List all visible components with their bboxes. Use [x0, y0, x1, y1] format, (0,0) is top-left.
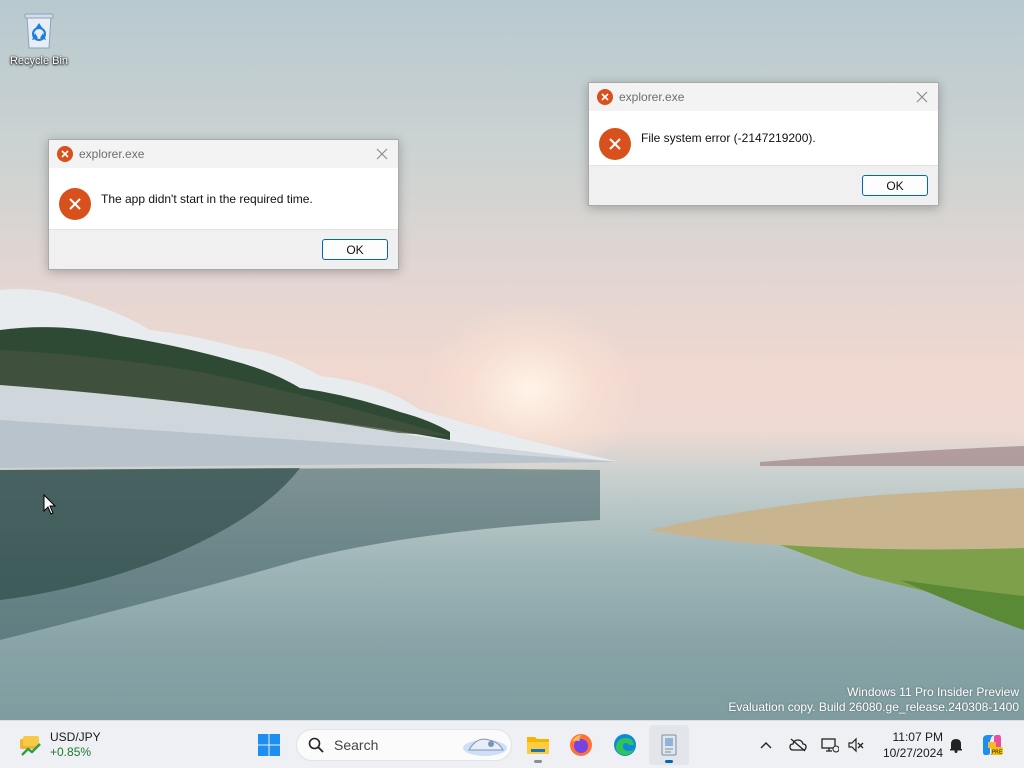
dialog-body: File system error (-2147219200).: [589, 111, 938, 166]
currency-trend-icon: [16, 731, 44, 759]
network-tray-button[interactable]: [820, 735, 840, 755]
taskbar-app-file-explorer[interactable]: [518, 725, 558, 765]
close-icon[interactable]: [374, 146, 390, 162]
clock-time: 11:07 PM: [892, 730, 943, 744]
search-placeholder: Search: [334, 737, 379, 753]
start-button[interactable]: [249, 725, 289, 765]
copilot-icon: PRE: [983, 735, 1003, 756]
error-icon: [59, 188, 91, 220]
search-highlight-art-icon: [463, 738, 507, 756]
desktop: Recycle Bin explorer.exe The app didn't …: [0, 0, 1024, 720]
notifications-button[interactable]: [946, 735, 966, 755]
firefox-icon: [570, 734, 592, 756]
show-hidden-icons-button[interactable]: [756, 735, 776, 755]
onedrive-tray-button[interactable]: [788, 735, 808, 755]
evaluation-watermark: Windows 11 Pro Insider Preview Evaluatio…: [728, 685, 1019, 715]
edge-icon: [614, 734, 636, 756]
bell-icon: [950, 739, 962, 753]
ok-button[interactable]: OK: [322, 239, 388, 260]
clock-date: 10/27/2024: [882, 746, 943, 760]
desktop-icon-recycle-bin[interactable]: Recycle Bin: [6, 10, 72, 67]
error-dialog-file-system[interactable]: explorer.exe File system error (-2147219…: [588, 82, 939, 206]
dialog-title: explorer.exe: [79, 147, 145, 161]
dialog-message: The app didn't start in the required tim…: [101, 192, 313, 206]
recycle-bin-icon: [19, 10, 59, 50]
taskbar-app-firefox[interactable]: [561, 725, 601, 765]
installer-icon: [661, 734, 677, 756]
dialog-title: explorer.exe: [619, 90, 685, 104]
watermark-line-2: Evaluation copy. Build 26080.ge_release.…: [728, 700, 1019, 714]
windows-start-icon: [258, 734, 280, 756]
watermark-line-1: Windows 11 Pro Insider Preview: [847, 685, 1019, 699]
dialog-titlebar[interactable]: explorer.exe: [589, 83, 938, 111]
taskbar-app-installer[interactable]: [649, 725, 689, 765]
running-indicator: [665, 760, 673, 763]
widget-currency-change: +0.85%: [50, 745, 92, 759]
onedrive-offline-icon: [789, 738, 807, 752]
taskbar-search-box[interactable]: Search: [296, 729, 512, 761]
close-icon[interactable]: [914, 89, 930, 105]
recycle-bin-label: Recycle Bin: [9, 55, 69, 67]
volume-tray-button[interactable]: [846, 735, 866, 755]
dialog-message: File system error (-2147219200).: [641, 130, 816, 145]
network-icon: [821, 738, 839, 753]
dialog-body: The app didn't start in the required tim…: [49, 168, 398, 230]
widgets-button[interactable]: USD/JPY +0.85%: [16, 727, 101, 763]
system-clock[interactable]: 11:07 PM 10/27/2024: [873, 729, 943, 761]
search-icon: [308, 737, 324, 753]
copilot-pre-badge: PRE: [992, 750, 1003, 756]
dialog-titlebar[interactable]: explorer.exe: [49, 140, 398, 168]
error-icon: [597, 89, 613, 105]
ok-button[interactable]: OK: [862, 175, 928, 196]
running-indicator: [534, 760, 542, 763]
taskbar-app-edge[interactable]: [605, 725, 645, 765]
copilot-button[interactable]: PRE: [980, 733, 1004, 757]
mouse-cursor-icon: [43, 494, 57, 515]
error-icon: [599, 127, 631, 160]
error-icon: [57, 146, 73, 162]
chevron-up-icon: [760, 742, 772, 749]
widget-currency-pair: USD/JPY: [50, 730, 101, 744]
taskbar: USD/JPY +0.85% Search 11:07 PM 10/27/202…: [0, 720, 1024, 768]
error-dialog-app-timeout[interactable]: explorer.exe The app didn't start in the…: [48, 139, 399, 270]
folder-icon: [527, 737, 549, 754]
volume-muted-icon: [848, 737, 864, 753]
dialog-footer: OK: [589, 165, 938, 205]
dialog-footer: OK: [49, 229, 398, 269]
